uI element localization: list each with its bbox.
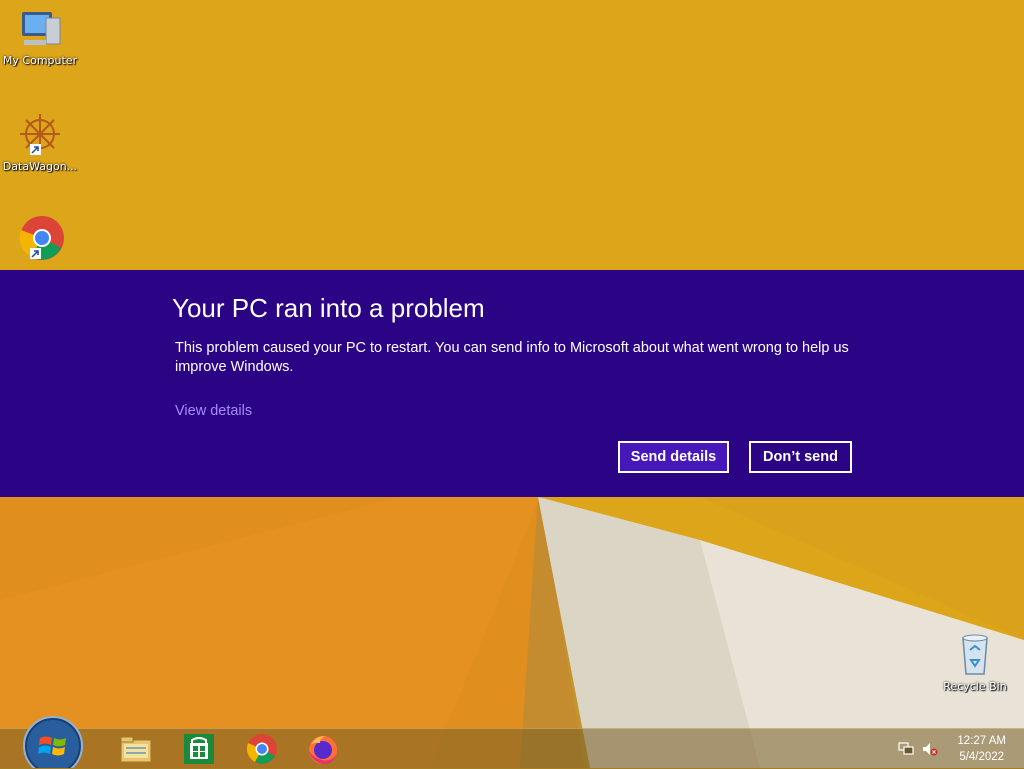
send-details-button[interactable]: Send details: [618, 441, 729, 473]
chrome-icon: [19, 216, 64, 260]
desktop-icon-recycle-bin[interactable]: Recycle Bin: [935, 630, 1015, 693]
volume-muted-icon[interactable]: [922, 741, 938, 760]
error-message: This problem caused your PC to restart. …: [175, 340, 849, 375]
file-explorer-icon: [120, 736, 152, 763]
windows-start-icon: [23, 716, 83, 768]
datawagon-icon: [20, 114, 60, 155]
recycle-bin-icon: [962, 634, 988, 675]
clock-time: 12:27 AM: [957, 735, 1006, 747]
computer-icon: [22, 12, 61, 45]
firefox-icon: [309, 736, 337, 764]
error-title: Your PC ran into a problem: [172, 293, 485, 323]
desktop-icon-chrome[interactable]: [0, 214, 80, 264]
desktop-icon-label: My Computer: [2, 54, 78, 67]
desktop-icon-label: DataWagon...: [2, 160, 78, 173]
clock-date: 5/4/2022: [959, 751, 1005, 763]
desktop-icon-my-computer[interactable]: My Computer: [0, 8, 80, 67]
taskbar-clock[interactable]: 12:27 AM 5/4/2022: [957, 733, 1006, 765]
chrome-icon: [246, 734, 277, 764]
desktop-icon-label: Recycle Bin: [943, 680, 1007, 693]
taskbar-file-explorer[interactable]: [118, 731, 154, 767]
view-details-link[interactable]: View details: [175, 403, 252, 419]
taskbar-store[interactable]: [181, 731, 217, 767]
dont-send-button[interactable]: Don’t send: [749, 441, 852, 473]
desktop-icon-datawagon[interactable]: DataWagon...: [0, 110, 80, 173]
taskbar-firefox[interactable]: [305, 731, 341, 767]
error-dialog: [0, 270, 1024, 497]
taskbar-chrome[interactable]: [244, 731, 280, 767]
start-button[interactable]: [20, 716, 86, 768]
network-icon[interactable]: [898, 741, 914, 760]
store-icon: [184, 734, 214, 764]
